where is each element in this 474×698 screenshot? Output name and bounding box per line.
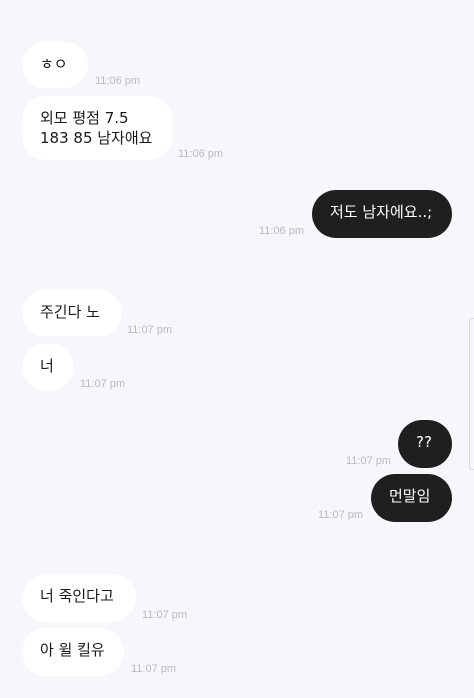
message-bubble-outgoing[interactable]: ?? xyxy=(398,420,452,468)
message-timestamp: 11:06 pm xyxy=(178,148,224,160)
message-timestamp: 11:07 pm xyxy=(142,609,188,621)
message-timestamp: 11:07 pm xyxy=(318,509,364,521)
message-bubble-outgoing[interactable]: 먼말임 xyxy=(371,474,452,522)
chat-thread: ㅎㅇ 11:06 pm 외모 평점 7.5 183 85 남자애요 11:06 … xyxy=(0,0,474,698)
message-bubble-incoming[interactable]: 주긴다 노 xyxy=(22,290,122,336)
message-bubble-incoming[interactable]: 너 xyxy=(22,344,74,390)
message-bubble-incoming[interactable]: 아 윌 킬유 xyxy=(22,628,124,676)
message-timestamp: 11:07 pm xyxy=(127,324,173,336)
message-bubble-outgoing[interactable]: 저도 남자에요..; xyxy=(312,190,452,238)
scroll-handle[interactable] xyxy=(469,318,474,470)
message-bubble-incoming[interactable]: ㅎㅇ xyxy=(22,42,88,88)
message-timestamp: 11:07 pm xyxy=(80,378,126,390)
message-bubble-incoming[interactable]: 외모 평점 7.5 183 85 남자애요 xyxy=(22,96,172,160)
message-timestamp: 11:06 pm xyxy=(95,75,141,87)
message-timestamp: 11:07 pm xyxy=(131,663,177,675)
message-timestamp: 11:07 pm xyxy=(346,455,392,467)
message-bubble-incoming[interactable]: 너 죽인다고 xyxy=(22,574,136,622)
message-timestamp: 11:06 pm xyxy=(259,225,305,237)
